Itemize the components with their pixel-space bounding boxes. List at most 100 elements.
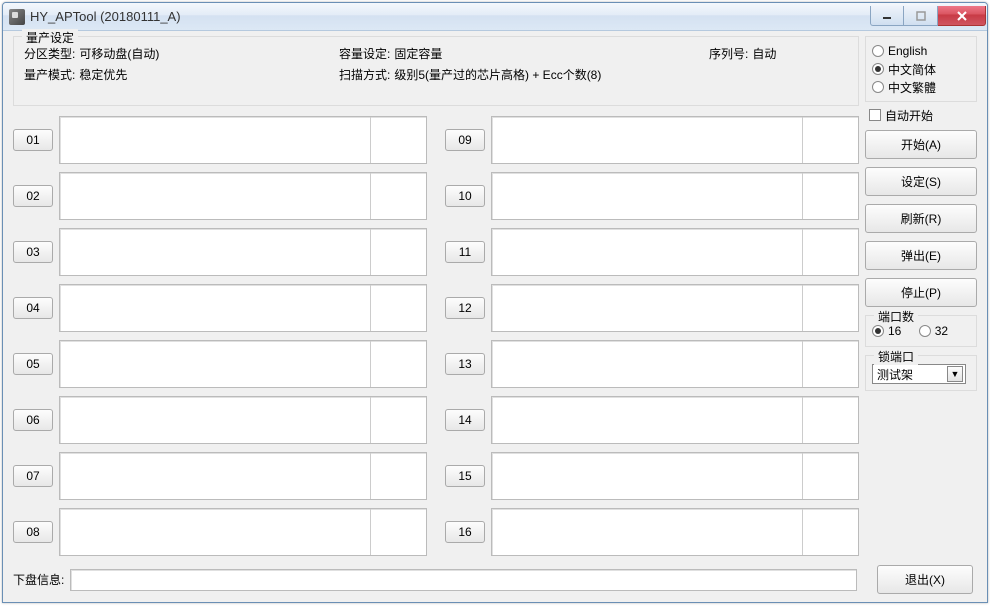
port-slot-main <box>492 509 803 555</box>
port-count-32[interactable]: 32 <box>919 322 948 340</box>
radio-selected-icon <box>872 325 884 337</box>
port-button-08[interactable]: 08 <box>13 521 53 543</box>
port-row-16: 16 <box>445 507 859 556</box>
port-button-04[interactable]: 04 <box>13 297 53 319</box>
settings-button-label: 设定(S) <box>901 173 941 190</box>
port-button-11[interactable]: 11 <box>445 241 485 263</box>
port-button-07[interactable]: 07 <box>13 465 53 487</box>
port-row-06: 06 <box>13 395 427 444</box>
port-slot-main <box>492 229 803 275</box>
port-slot-main <box>60 117 371 163</box>
port-button-14[interactable]: 14 <box>445 409 485 431</box>
port-button-label: 10 <box>458 189 471 203</box>
port-count-legend: 端口数 <box>874 308 918 325</box>
port-button-15[interactable]: 15 <box>445 465 485 487</box>
port-slot-13 <box>491 340 859 388</box>
prod-mode-label: 量产模式: <box>24 66 75 83</box>
lock-port-legend: 锁端口 <box>874 348 918 365</box>
close-button[interactable] <box>938 6 986 26</box>
port-slot-side <box>803 397 858 443</box>
scan-cell: 扫描方式: 级别5(量产过的芯片高格) + Ecc个数(8) <box>339 66 839 83</box>
port-slot-03 <box>59 228 427 276</box>
start-button-label: 开始(A) <box>901 136 941 153</box>
port-slot-08 <box>59 508 427 556</box>
port-row-14: 14 <box>445 395 859 444</box>
eject-button-label: 弹出(E) <box>901 247 941 264</box>
port-slot-main <box>492 453 803 499</box>
port-button-10[interactable]: 10 <box>445 185 485 207</box>
eject-button[interactable]: 弹出(E) <box>865 241 977 270</box>
port-slot-side <box>803 285 858 331</box>
port-button-16[interactable]: 16 <box>445 521 485 543</box>
port-row-09: 09 <box>445 115 859 164</box>
port-button-02[interactable]: 02 <box>13 185 53 207</box>
lang-english[interactable]: English <box>872 42 970 60</box>
port-row-04: 04 <box>13 283 427 332</box>
scan-value: 级别5(量产过的芯片高格) + Ecc个数(8) <box>394 66 601 83</box>
port-button-label: 14 <box>458 413 471 427</box>
port-button-06[interactable]: 06 <box>13 409 53 431</box>
port-row-08: 08 <box>13 507 427 556</box>
stop-button[interactable]: 停止(P) <box>865 278 977 307</box>
port-button-label: 08 <box>26 525 39 539</box>
bottom-row: 下盘信息: 退出(X) <box>13 565 973 594</box>
port-slot-side <box>371 397 426 443</box>
port-row-02: 02 <box>13 171 427 220</box>
port-grid: 01 02 03 04 05 06 07 08 09 10 11 12 13 14 15 16 <box>13 115 859 556</box>
port-column-right: 09 10 11 12 13 14 15 16 <box>445 115 859 556</box>
port-slot-14 <box>491 396 859 444</box>
port-button-12[interactable]: 12 <box>445 297 485 319</box>
port-button-label: 07 <box>26 469 39 483</box>
checkbox-icon <box>869 109 881 121</box>
lang-traditional-label: 中文繁體 <box>888 79 936 96</box>
port-slot-main <box>492 285 803 331</box>
port-button-09[interactable]: 09 <box>445 129 485 151</box>
port-button-label: 12 <box>458 301 471 315</box>
lock-port-select[interactable]: 测试架 ▼ <box>872 364 966 384</box>
disk-info-input[interactable] <box>70 569 857 591</box>
port-column-left: 01 02 03 04 05 06 07 08 <box>13 115 427 556</box>
refresh-button[interactable]: 刷新(R) <box>865 204 977 233</box>
lang-traditional[interactable]: 中文繁體 <box>872 78 970 96</box>
autostart-label: 自动开始 <box>885 107 933 124</box>
titlebar: HY_APTool (20180111_A) <box>3 3 987 31</box>
window-controls <box>870 6 986 26</box>
port-slot-main <box>60 285 371 331</box>
app-window: HY_APTool (20180111_A) 量产设定 分区类型: 可移动盘(自… <box>2 2 988 603</box>
radio-icon <box>872 81 884 93</box>
settings-button[interactable]: 设定(S) <box>865 167 977 196</box>
port-button-label: 01 <box>26 133 39 147</box>
port-slot-main <box>492 397 803 443</box>
port-button-label: 03 <box>26 245 39 259</box>
prod-mode-value: 稳定优先 <box>79 66 127 83</box>
maximize-button[interactable] <box>904 6 938 26</box>
right-column: English 中文简体 中文繁體 自动开始 开始(A) 设定(S) 刷新(R)… <box>865 36 977 391</box>
minimize-icon <box>882 11 892 21</box>
port-slot-main <box>60 397 371 443</box>
settings-legend: 量产设定 <box>22 29 78 46</box>
minimize-button[interactable] <box>870 6 904 26</box>
port-button-05[interactable]: 05 <box>13 353 53 375</box>
port-row-13: 13 <box>445 339 859 388</box>
port-slot-15 <box>491 452 859 500</box>
port-slot-side <box>371 285 426 331</box>
exit-button[interactable]: 退出(X) <box>877 565 973 594</box>
port-slot-10 <box>491 172 859 220</box>
port-slot-04 <box>59 284 427 332</box>
port-slot-side <box>371 229 426 275</box>
port-button-01[interactable]: 01 <box>13 129 53 151</box>
port-slot-side <box>803 117 858 163</box>
start-button[interactable]: 开始(A) <box>865 130 977 159</box>
lang-simplified-label: 中文简体 <box>888 61 936 78</box>
port-button-03[interactable]: 03 <box>13 241 53 263</box>
port-slot-06 <box>59 396 427 444</box>
autostart-checkbox[interactable]: 自动开始 <box>869 106 977 124</box>
client-area: 量产设定 分区类型: 可移动盘(自动) 容量设定: 固定容量 序列号: 自动 量… <box>3 31 987 602</box>
lang-simplified[interactable]: 中文简体 <box>872 60 970 78</box>
port-row-03: 03 <box>13 227 427 276</box>
port-slot-main <box>60 509 371 555</box>
port-slot-11 <box>491 228 859 276</box>
port-button-13[interactable]: 13 <box>445 353 485 375</box>
lock-port-groupbox: 锁端口 测试架 ▼ <box>865 355 977 391</box>
port-slot-main <box>60 229 371 275</box>
